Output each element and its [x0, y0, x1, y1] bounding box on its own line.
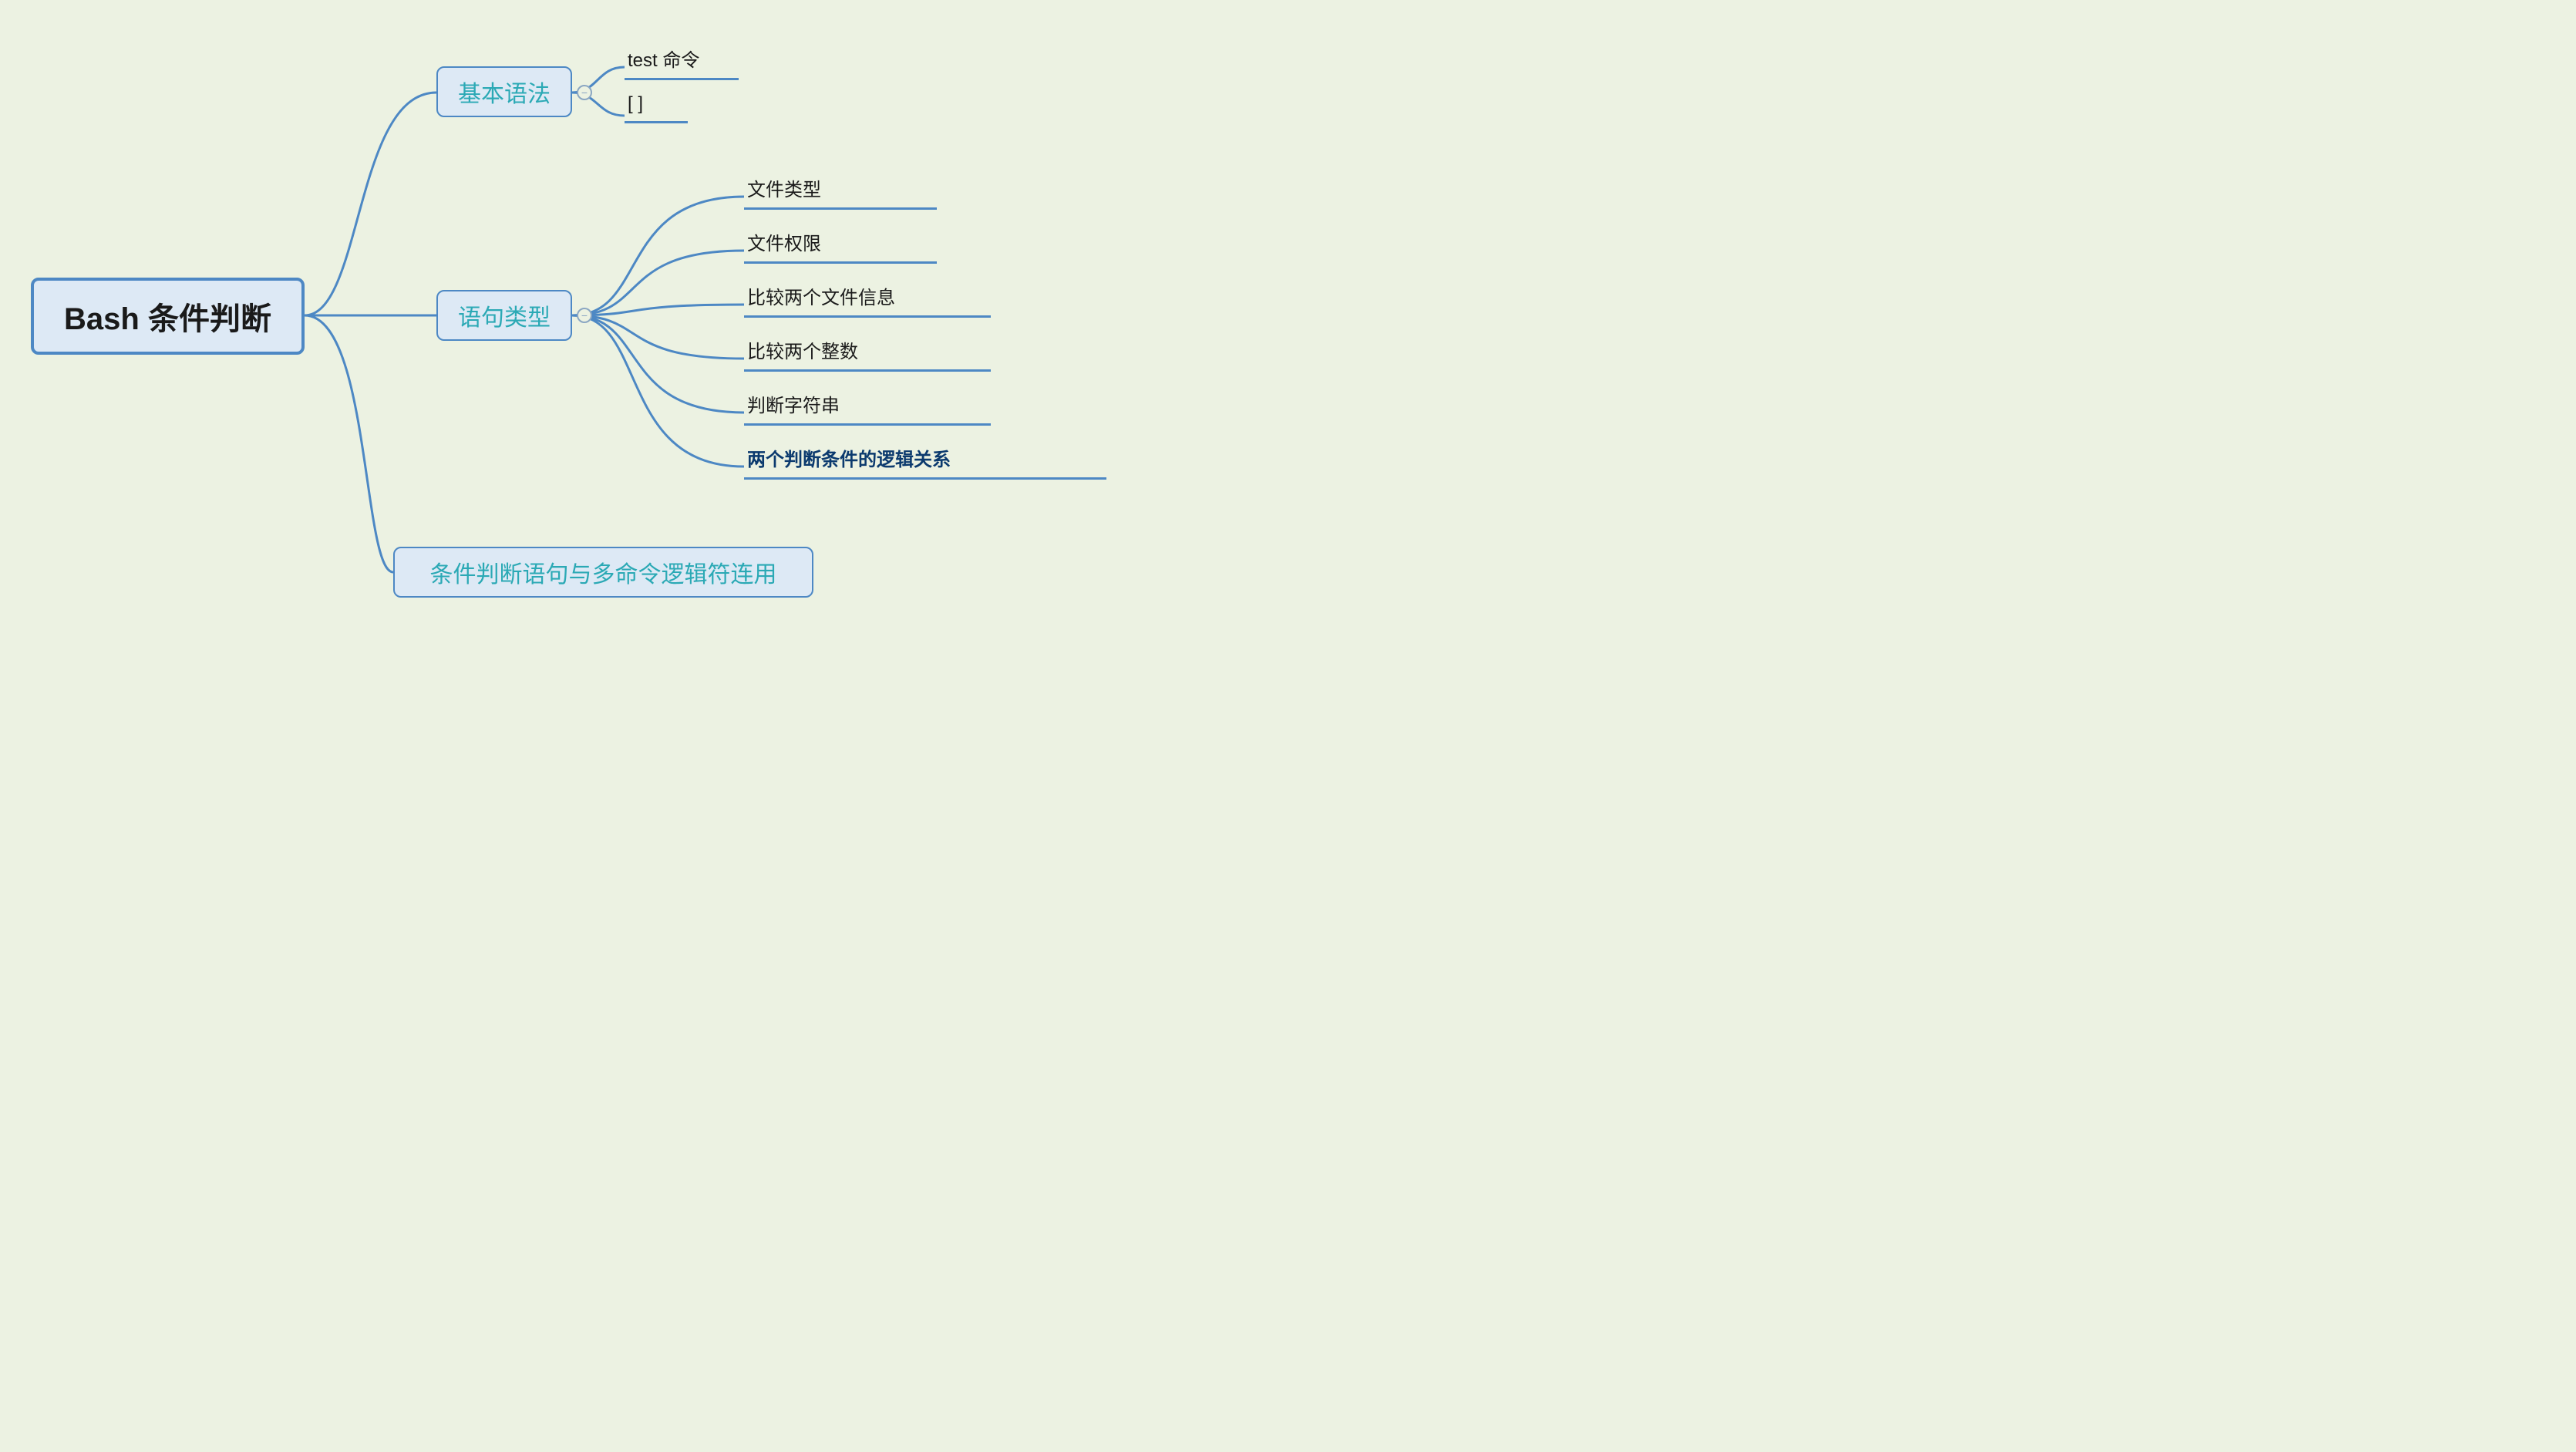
branch-types-label: 语句类型 — [458, 298, 551, 332]
leaf-test[interactable]: test 命令 — [625, 40, 739, 80]
leaf-intcmp-label: 比较两个整数 — [747, 342, 858, 362]
collapse-syntax[interactable]: − — [577, 85, 592, 100]
leaf-intcmp[interactable]: 比较两个整数 — [744, 332, 991, 372]
leaf-brackets-label: [ ] — [628, 93, 643, 114]
leaf-logic-label: 两个判断条件的逻辑关系 — [747, 450, 951, 470]
collapse-types[interactable]: − — [577, 308, 592, 323]
leaf-fileperm-label: 文件权限 — [747, 234, 821, 254]
collapse-glyph: − — [581, 87, 588, 98]
leaf-test-label: test 命令 — [628, 50, 699, 71]
leaf-filetype[interactable]: 文件类型 — [744, 170, 937, 210]
root-node[interactable]: Bash 条件判断 — [31, 278, 305, 355]
leaf-strcmp-label: 判断字符串 — [747, 396, 840, 416]
leaf-fileperm[interactable]: 文件权限 — [744, 224, 937, 264]
leaf-fileinfo[interactable]: 比较两个文件信息 — [744, 278, 991, 318]
branch-combine[interactable]: 条件判断语句与多命令逻辑符连用 — [393, 547, 813, 598]
branch-types[interactable]: 语句类型 — [436, 290, 572, 341]
leaf-filetype-label: 文件类型 — [747, 180, 821, 200]
leaf-brackets[interactable]: [ ] — [625, 89, 688, 123]
branch-syntax[interactable]: 基本语法 — [436, 66, 572, 117]
branch-syntax-label: 基本语法 — [458, 75, 551, 109]
branch-combine-label: 条件判断语句与多命令逻辑符连用 — [430, 555, 777, 589]
leaf-fileinfo-label: 比较两个文件信息 — [747, 288, 895, 308]
leaf-strcmp[interactable]: 判断字符串 — [744, 386, 991, 426]
leaf-logic[interactable]: 两个判断条件的逻辑关系 — [744, 440, 1106, 480]
collapse-glyph-2: − — [581, 310, 588, 321]
root-label: Bash 条件判断 — [64, 294, 271, 339]
